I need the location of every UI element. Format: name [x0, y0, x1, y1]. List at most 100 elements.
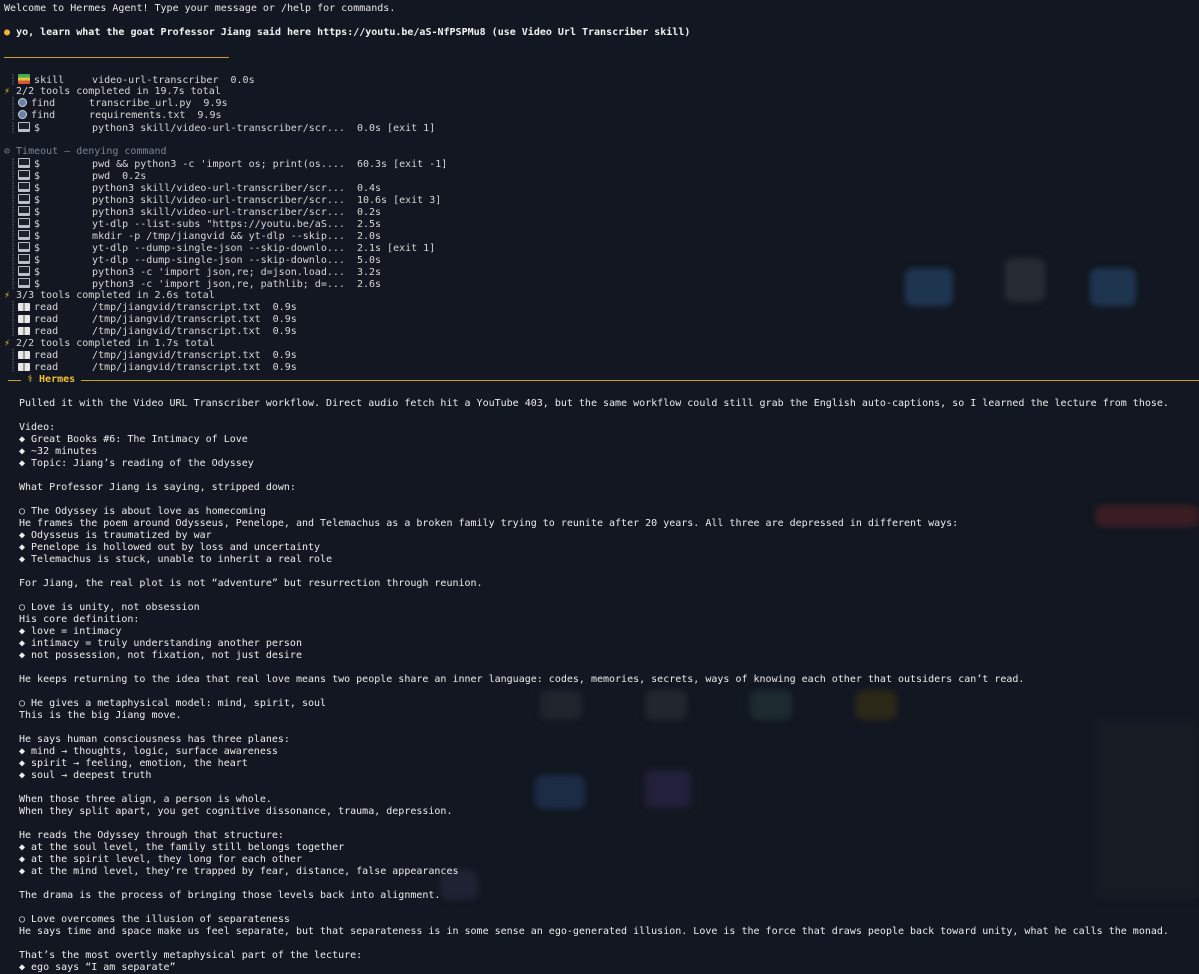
tool-name: read [34, 302, 59, 313]
book-icon [18, 327, 31, 335]
tool-detail: yt-dlp --list-subs "https://youtu.be/aS.… [92, 219, 382, 230]
user-message-text: yo, learn what the goat Professor Jiang … [16, 27, 691, 38]
trace-pipe: ┊ [4, 207, 17, 218]
tool-detail: python3 skill/video-url-transcriber/scr.… [92, 183, 382, 194]
books-icon [18, 74, 31, 84]
terminal-icon [18, 170, 31, 180]
magnifier-icon [18, 98, 28, 107]
prompt-separator [4, 57, 229, 58]
tool-detail: python3 -c 'import json,re; d=json.load.… [92, 267, 382, 278]
tool-call-row: ┊ read/tmp/jiangvid/transcript.txt 0.9s [4, 350, 297, 362]
tool-summary: ⚡ 3/3 tools completed in 2.6s total [4, 290, 215, 302]
terminal-icon [18, 158, 31, 168]
response-line: Pulled it with the Video URL Transcriber… [19, 398, 1169, 409]
terminal-icon [18, 206, 31, 216]
response-line: ○ The Odyssey is about love as homecomin… [19, 506, 266, 517]
tool-call-row: ┊ read/tmp/jiangvid/transcript.txt 0.9s [4, 362, 297, 374]
trace-pipe: ┊ [4, 267, 17, 278]
tool-detail: video-url-transcriber 0.0s [92, 75, 255, 86]
response-line: ◆ not possession, not fixation, not just… [19, 650, 302, 661]
trace-pipe: ┊ [4, 110, 17, 121]
tool-name: $ [34, 123, 41, 134]
response-line: ◆ Telemachus is stuck, unable to inherit… [19, 554, 333, 565]
user-message: ● yo, learn what the goat Professor Jian… [4, 27, 690, 39]
tool-detail: /tmp/jiangvid/transcript.txt 0.9s [92, 362, 297, 373]
book-icon [18, 351, 31, 359]
response-line: When they split apart, you get cognitive… [19, 806, 453, 817]
tool-detail: yt-dlp --dump-single-json --skip-downlo.… [92, 243, 436, 254]
tool-summary-text: 3/3 tools completed in 2.6s total [16, 290, 215, 301]
tool-summary-text: 2/2 tools completed in 19.7s total [16, 86, 221, 97]
book-icon [18, 303, 31, 311]
response-line: He says human consciousness has three pl… [19, 734, 290, 745]
response-line: When those three align, a person is whol… [19, 794, 272, 805]
terminal-icon [18, 254, 31, 264]
response-line: That’s the most overtly metaphysical par… [19, 950, 363, 961]
magnifier-icon [18, 110, 28, 119]
tool-call-row: ┊ find transcribe_url.py 9.9s [4, 98, 228, 110]
response-separator [8, 380, 1199, 381]
response-line: ◆ intimacy = truly understanding another… [19, 638, 302, 649]
trace-pipe: ┊ [4, 279, 17, 290]
trace-pipe: ┊ [4, 195, 17, 206]
tool-summary: ⚡ 2/2 tools completed in 1.7s total [4, 338, 215, 350]
welcome-message: Welcome to Hermes Agent! Type your messa… [4, 3, 396, 14]
response-line: ◆ Great Books #6: The Intimacy of Love [19, 434, 248, 445]
terminal-icon [18, 182, 31, 192]
tool-call-row: ┊ $ yt-dlp --dump-single-json --skip-downl… [4, 242, 435, 254]
response-line: He reads the Odyssey through that struct… [19, 830, 284, 841]
tool-name: read [34, 362, 59, 373]
tool-call-row: ┊ $ python3 skill/video-url-transcriber/sc… [4, 194, 441, 206]
terminal-icon [18, 122, 31, 132]
tool-name: read [34, 326, 59, 337]
response-line: For Jiang, the real plot is not “adventu… [19, 578, 483, 589]
lightning-icon: ⚡ [4, 290, 17, 301]
terminal-window[interactable]: Welcome to Hermes Agent! Type your messa… [0, 0, 1199, 973]
trace-pipe: ┊ [4, 243, 17, 254]
tool-name: find [31, 110, 56, 121]
tool-call-row: ┊ $ mkdir -p /tmp/jiangvid && yt-dlp --ski… [4, 230, 381, 242]
tool-summary: ⚡ 2/2 tools completed in 19.7s total [4, 86, 221, 98]
trace-pipe: ┊ [4, 98, 17, 109]
tool-detail: python3 skill/video-url-transcriber/scr.… [92, 195, 442, 206]
trace-pipe: ┊ [4, 75, 17, 86]
response-line: ◆ ~32 minutes [19, 446, 98, 457]
terminal-icon [18, 230, 31, 240]
response-line: ◆ Odysseus is traumatized by war [19, 530, 212, 541]
trace-pipe: ┊ [4, 123, 17, 134]
response-line: ◆ at the mind level, they’re trapped by … [19, 866, 459, 877]
trace-pipe: ┊ [4, 362, 17, 373]
tool-call-row: ┊ $ yt-dlp --list-subs "https://youtu.be/a… [4, 218, 381, 230]
response-line: He frames the poem around Odysseus, Pene… [19, 518, 959, 529]
tool-summary-text: 2/2 tools completed in 1.7s total [16, 338, 215, 349]
tool-call-row: ┊ $ python3 -c 'import json,re; d=json.loa… [4, 266, 381, 278]
tool-call-row: ┊ read/tmp/jiangvid/transcript.txt 0.9s [4, 326, 297, 338]
tool-detail: pwd 0.2s [92, 171, 147, 182]
response-line: The drama is the process of bringing tho… [19, 890, 441, 901]
tool-call-row: ┊ $ python3 skill/video-url-transcriber/sc… [4, 122, 435, 134]
tool-call-row: ┊ skill video-url-transcriber 0.0s [4, 74, 255, 86]
hermes-response-header: ⚕ Hermes [0, 374, 1199, 386]
tool-detail: mkdir -p /tmp/jiangvid && yt-dlp --skip.… [92, 231, 382, 242]
user-bullet-icon: ● [4, 27, 11, 38]
tool-detail: python3 skill/video-url-transcriber/scr.… [92, 207, 382, 218]
trace-pipe: ┊ [4, 350, 17, 361]
tool-call-row: ┊ read/tmp/jiangvid/transcript.txt 0.9s [4, 314, 297, 326]
tool-detail: pwd && python3 -c 'import os; print(os..… [92, 159, 448, 170]
trace-pipe: ┊ [4, 255, 17, 266]
assistant-label: ⚕ Hermes [21, 374, 82, 386]
trace-pipe: ┊ [4, 326, 17, 337]
response-line: ○ He gives a metaphysical model: mind, s… [19, 698, 327, 709]
terminal-icon [18, 266, 31, 276]
tool-detail: /tmp/jiangvid/transcript.txt 0.9s [92, 302, 297, 313]
response-line: ○ Love overcomes the illusion of separat… [19, 914, 290, 925]
tool-call-row: ┊ $ pwd && python3 -c 'import os; print(os… [4, 158, 447, 170]
tool-detail: transcribe_url.py 9.9s [89, 98, 228, 109]
tool-name: read [34, 314, 59, 325]
trace-pipe: ┊ [4, 314, 17, 325]
tool-detail: yt-dlp --dump-single-json --skip-downlo.… [92, 255, 382, 266]
trace-pipe: ┊ [4, 171, 17, 182]
response-line: ◆ spirit → feeling, emotion, the heart [19, 758, 248, 769]
tool-detail: /tmp/jiangvid/transcript.txt 0.9s [92, 350, 297, 361]
tool-call-row: ┊ $ pwd 0.2s [4, 170, 146, 182]
